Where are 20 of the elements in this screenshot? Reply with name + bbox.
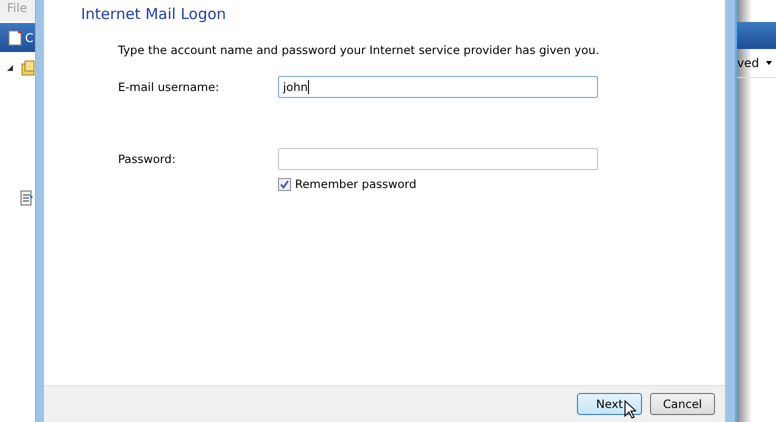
checkbox-label[interactable]: Remember password (295, 177, 416, 191)
toolbar-background (737, 22, 776, 49)
dropdown-arrow-icon[interactable] (766, 61, 772, 65)
instruction-text: Type the account name and password your Internet service provider has given you. (118, 43, 600, 57)
checkbox[interactable] (278, 178, 291, 190)
folder-icon (21, 60, 35, 76)
cancel-button[interactable]: Cancel (650, 393, 715, 415)
input-field[interactable] (278, 148, 598, 170)
field-label: Password: (118, 152, 177, 166)
document-icon (8, 30, 22, 46)
toolbar-text: C (25, 30, 34, 44)
field-value: john (283, 80, 308, 94)
expand-arrow-icon[interactable] (7, 65, 13, 71)
field-label: E-mail username: (118, 80, 220, 94)
input-field[interactable]: john (278, 76, 598, 98)
column-header[interactable]: ved (737, 56, 760, 70)
notes-icon (20, 190, 34, 206)
dialog-title: Internet Mail Logon (81, 5, 228, 23)
next-button[interactable]: Next (577, 393, 642, 415)
mouse-pointer-icon (624, 400, 636, 419)
